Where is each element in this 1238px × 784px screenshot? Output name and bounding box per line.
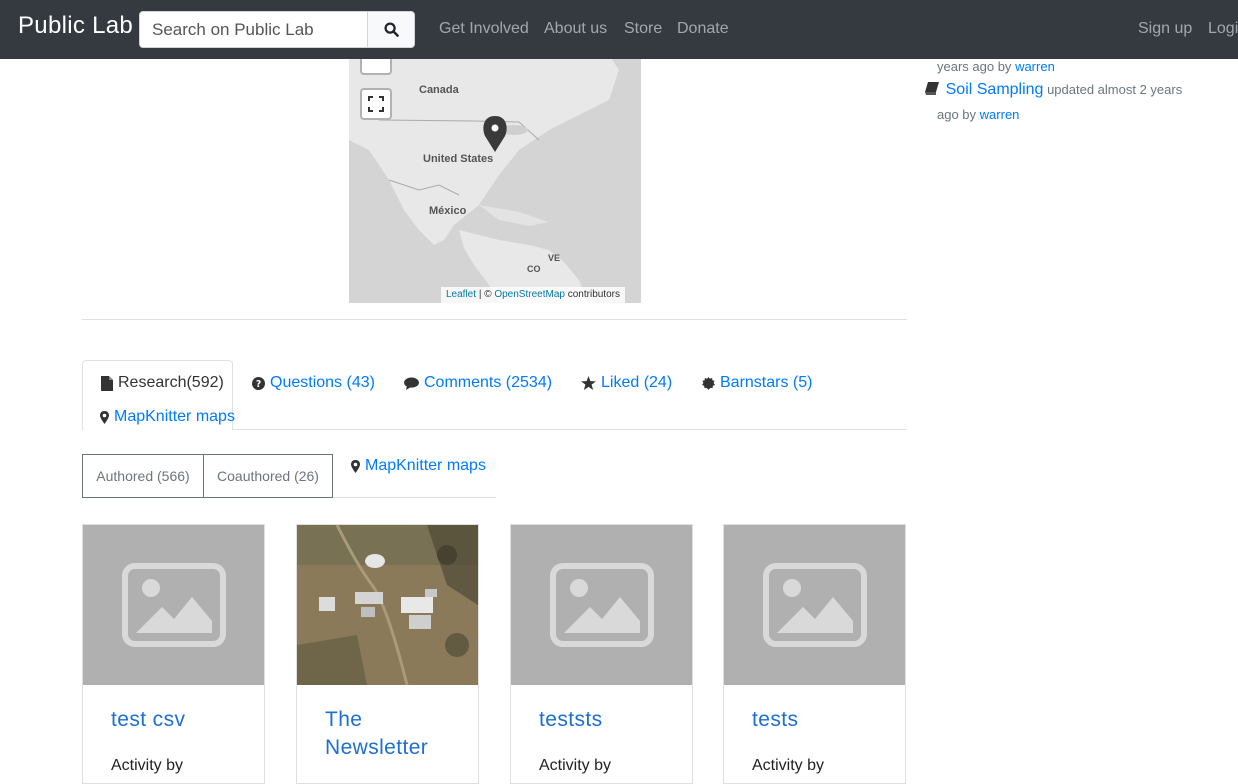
tab-comments[interactable]: Comments (2534)	[404, 374, 552, 392]
card[interactable]: tests Activity by	[723, 524, 906, 784]
tab-mapknitter-label: MapKnitter maps	[114, 408, 235, 425]
card-placeholder-image	[724, 525, 905, 685]
map-label-co: CO	[527, 264, 541, 274]
map-label-ve: VE	[548, 253, 561, 263]
tab-questions-label: Questions (43)	[270, 374, 375, 391]
sidebar-item-title[interactable]: Soil Sampling	[946, 81, 1044, 98]
nav-donate[interactable]: Donate	[677, 20, 729, 38]
image-placeholder-icon	[121, 563, 226, 647]
card-title[interactable]: teststs	[539, 706, 679, 734]
sidebar-author-link[interactable]: warren	[1015, 59, 1055, 74]
tab-barnstars-label: Barnstars (5)	[720, 374, 813, 391]
card-aerial-image	[297, 525, 478, 685]
tab-barnstars[interactable]: Barnstars (5)	[702, 374, 812, 392]
brand-logo[interactable]: Public Lab	[18, 12, 133, 40]
card-activity: Activity by	[111, 757, 184, 774]
search-icon	[383, 22, 399, 37]
nav-get-involved[interactable]: Get Involved	[439, 20, 529, 38]
sidebar-item-meta-text: ago by	[937, 107, 977, 122]
card[interactable]: The Newsletter	[296, 524, 479, 784]
card-activity: Activity by	[539, 757, 612, 774]
map-label-mexico: México	[429, 205, 467, 217]
attribution-contributors: contributors	[567, 289, 620, 300]
map-marker-icon	[351, 459, 360, 473]
osm-link[interactable]: OpenStreetMap	[494, 289, 565, 300]
subtab-mapknitter-label: MapKnitter maps	[365, 457, 486, 474]
search-button[interactable]	[367, 11, 415, 48]
card[interactable]: test csv Activity by	[82, 524, 265, 784]
divider	[82, 319, 907, 320]
subtab-authored[interactable]: Authored (566)	[82, 454, 204, 498]
sidebar-item-meta-text: years ago by	[937, 59, 1012, 74]
card-title[interactable]: tests	[752, 706, 892, 734]
comment-icon	[404, 376, 419, 390]
certificate-icon	[702, 376, 715, 390]
tab-research[interactable]: Research(592)	[101, 374, 224, 392]
card-activity: Activity by	[752, 757, 825, 774]
star-icon	[581, 376, 596, 390]
card-title[interactable]: The Newsletter	[325, 706, 465, 762]
aerial-photo	[297, 525, 478, 685]
sidebar-author-link[interactable]: warren	[980, 107, 1020, 122]
tab-mapknitter[interactable]: MapKnitter maps	[100, 408, 235, 426]
search-group	[139, 11, 415, 48]
tab-liked-label: Liked (24)	[601, 374, 673, 391]
card-placeholder-image	[83, 525, 264, 685]
image-placeholder-icon	[549, 563, 654, 647]
map-marker-icon	[100, 410, 109, 424]
sidebar-item-meta-2: ago by warren	[937, 107, 1019, 122]
tab-comments-label: Comments (2534)	[424, 374, 553, 391]
card-title[interactable]: test csv	[111, 706, 251, 734]
book-icon	[925, 82, 939, 95]
attribution-sep: | ©	[478, 289, 492, 300]
subtab-coauthored[interactable]: Coauthored (26)	[203, 454, 333, 498]
sidebar-item-soil-sampling: Soil Sampling updated almost 2 years	[925, 81, 1182, 99]
image-placeholder-icon	[762, 563, 867, 647]
tab-research-label: Research(592)	[118, 374, 224, 391]
subtab-mapknitter[interactable]: MapKnitter maps	[351, 457, 486, 475]
nav-about-us[interactable]: About us	[544, 20, 607, 38]
map-label-us: United States	[423, 153, 494, 165]
map-attribution: Leaflet | © OpenStreetMap contributors	[441, 287, 625, 303]
nav-login[interactable]: Login	[1208, 20, 1238, 38]
nav-sign-up[interactable]: Sign up	[1138, 20, 1192, 38]
nav-store[interactable]: Store	[624, 20, 662, 38]
map-label-canada: Canada	[419, 84, 459, 96]
fullscreen-button[interactable]	[360, 88, 392, 120]
card-placeholder-image	[511, 525, 692, 685]
tab-questions[interactable]: ? Questions (43)	[252, 374, 375, 392]
sidebar-item-meta: years ago by warren	[937, 59, 1055, 74]
file-icon	[101, 375, 113, 391]
navbar: Public Lab Get Involved About us Store D…	[0, 0, 1238, 59]
question-circle-icon: ?	[252, 376, 265, 390]
subtabs-border	[333, 497, 496, 498]
tab-liked[interactable]: Liked (24)	[581, 374, 672, 392]
sidebar-item-meta-text: updated almost 2 years	[1047, 82, 1183, 97]
search-input[interactable]	[139, 11, 368, 48]
svg-text:?: ?	[256, 379, 261, 390]
card[interactable]: teststs Activity by	[510, 524, 693, 784]
leaflet-link[interactable]: Leaflet	[446, 289, 476, 300]
fullscreen-icon	[368, 96, 384, 112]
